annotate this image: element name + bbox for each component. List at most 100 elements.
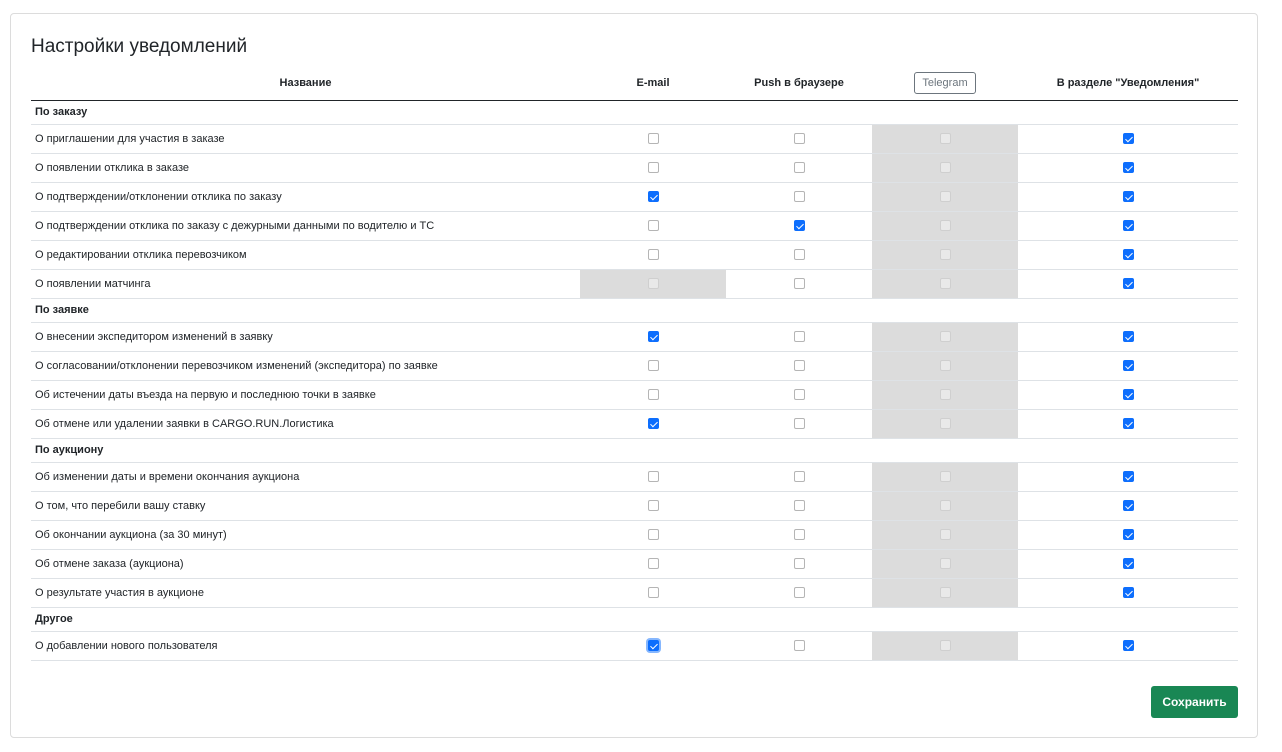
email-checkbox[interactable]: [647, 418, 659, 430]
email-cell: [580, 240, 726, 270]
push-checkbox[interactable]: [793, 587, 805, 599]
table-row: Об окончании аукциона (за 30 минут): [31, 520, 1238, 550]
save-button[interactable]: Сохранить: [1151, 686, 1238, 718]
email-cell: [580, 578, 726, 608]
email-checkbox[interactable]: [647, 529, 659, 541]
telegram-checkbox: [939, 191, 951, 203]
section-cell: [1018, 409, 1238, 439]
email-checkbox[interactable]: [647, 471, 659, 483]
section-cell: [1018, 240, 1238, 270]
telegram-checkbox: [939, 220, 951, 232]
push-cell: [726, 549, 872, 579]
email-checkbox[interactable]: [647, 331, 659, 343]
table-body: По заказу О приглашении для участия в зак…: [31, 100, 1238, 661]
telegram-checkbox: [939, 133, 951, 145]
section-cell: [1018, 549, 1238, 579]
push-checkbox[interactable]: [793, 360, 805, 372]
push-checkbox[interactable]: [793, 249, 805, 261]
push-checkbox[interactable]: [793, 389, 805, 401]
email-checkbox: [647, 278, 659, 290]
telegram-checkbox: [939, 500, 951, 512]
email-checkbox[interactable]: [647, 558, 659, 570]
section-title: Другое: [31, 607, 1238, 632]
push-checkbox[interactable]: [793, 418, 805, 430]
telegram-checkbox: [939, 278, 951, 290]
column-header-name: Название: [31, 66, 580, 101]
push-checkbox[interactable]: [793, 640, 805, 652]
push-checkbox[interactable]: [793, 558, 805, 570]
section-checkbox[interactable]: [1122, 331, 1134, 343]
telegram-checkbox: [939, 360, 951, 372]
section-cell: [1018, 520, 1238, 550]
table-row: О том, что перебили вашу ставку: [31, 491, 1238, 521]
email-cell: [580, 631, 726, 661]
column-header-push: Push в браузере: [726, 66, 872, 101]
table-row: Об отмене или удалении заявки в CARGO.RU…: [31, 409, 1238, 439]
email-checkbox[interactable]: [647, 249, 659, 261]
section-checkbox[interactable]: [1122, 389, 1134, 401]
section-checkbox[interactable]: [1122, 529, 1134, 541]
section-title: По заявке: [31, 298, 1238, 323]
section-cell: [1018, 211, 1238, 241]
email-checkbox[interactable]: [647, 389, 659, 401]
table-header-row: Название E-mail Push в браузере Telegram…: [31, 66, 1238, 101]
email-cell: [580, 211, 726, 241]
table-row: Об изменении даты и времени окончания ау…: [31, 462, 1238, 492]
email-cell: [580, 520, 726, 550]
section-checkbox[interactable]: [1122, 249, 1134, 261]
notification-label: О том, что перебили вашу ставку: [31, 491, 580, 521]
section-checkbox[interactable]: [1122, 133, 1134, 145]
section-checkbox[interactable]: [1122, 587, 1134, 599]
email-cell: [580, 409, 726, 439]
section-cell: [1018, 351, 1238, 381]
push-checkbox[interactable]: [793, 331, 805, 343]
email-checkbox[interactable]: [647, 191, 659, 203]
table-row: О появлении отклика в заказе: [31, 153, 1238, 183]
telegram-checkbox: [939, 640, 951, 652]
section-checkbox[interactable]: [1122, 471, 1134, 483]
email-checkbox[interactable]: [647, 220, 659, 232]
section-checkbox[interactable]: [1122, 640, 1134, 652]
email-checkbox[interactable]: [647, 500, 659, 512]
push-checkbox[interactable]: [793, 278, 805, 290]
push-checkbox[interactable]: [793, 191, 805, 203]
push-cell: [726, 380, 872, 410]
push-checkbox[interactable]: [793, 529, 805, 541]
telegram-cell: [872, 240, 1018, 270]
email-cell: [580, 351, 726, 381]
push-checkbox[interactable]: [793, 220, 805, 232]
section-checkbox[interactable]: [1122, 418, 1134, 430]
section-checkbox[interactable]: [1122, 220, 1134, 232]
section-checkbox[interactable]: [1122, 360, 1134, 372]
email-checkbox[interactable]: [647, 640, 659, 652]
section-checkbox[interactable]: [1122, 558, 1134, 570]
section-cell: [1018, 631, 1238, 661]
email-checkbox[interactable]: [647, 162, 659, 174]
section-cell: [1018, 153, 1238, 183]
table-row: Об истечении даты въезда на первую и пос…: [31, 380, 1238, 410]
push-checkbox[interactable]: [793, 133, 805, 145]
telegram-checkbox: [939, 331, 951, 343]
push-checkbox[interactable]: [793, 162, 805, 174]
section-checkbox[interactable]: [1122, 500, 1134, 512]
email-checkbox[interactable]: [647, 587, 659, 599]
telegram-checkbox: [939, 587, 951, 599]
push-cell: [726, 351, 872, 381]
section-checkbox[interactable]: [1122, 191, 1134, 203]
email-cell: [580, 182, 726, 212]
table-row: О редактировании отклика перевозчиком: [31, 240, 1238, 270]
section-row: По заявке: [31, 298, 1238, 323]
section-cell: [1018, 182, 1238, 212]
push-cell: [726, 322, 872, 352]
push-checkbox[interactable]: [793, 500, 805, 512]
push-cell: [726, 491, 872, 521]
email-checkbox[interactable]: [647, 360, 659, 372]
push-checkbox[interactable]: [793, 471, 805, 483]
telegram-connect-button[interactable]: Telegram: [914, 71, 976, 94]
email-checkbox[interactable]: [647, 133, 659, 145]
section-row: По заказу: [31, 100, 1238, 125]
notification-label: О согласовании/отклонении перевозчиком и…: [31, 351, 580, 381]
section-row: По аукциону: [31, 438, 1238, 463]
section-checkbox[interactable]: [1122, 278, 1134, 290]
section-checkbox[interactable]: [1122, 162, 1134, 174]
